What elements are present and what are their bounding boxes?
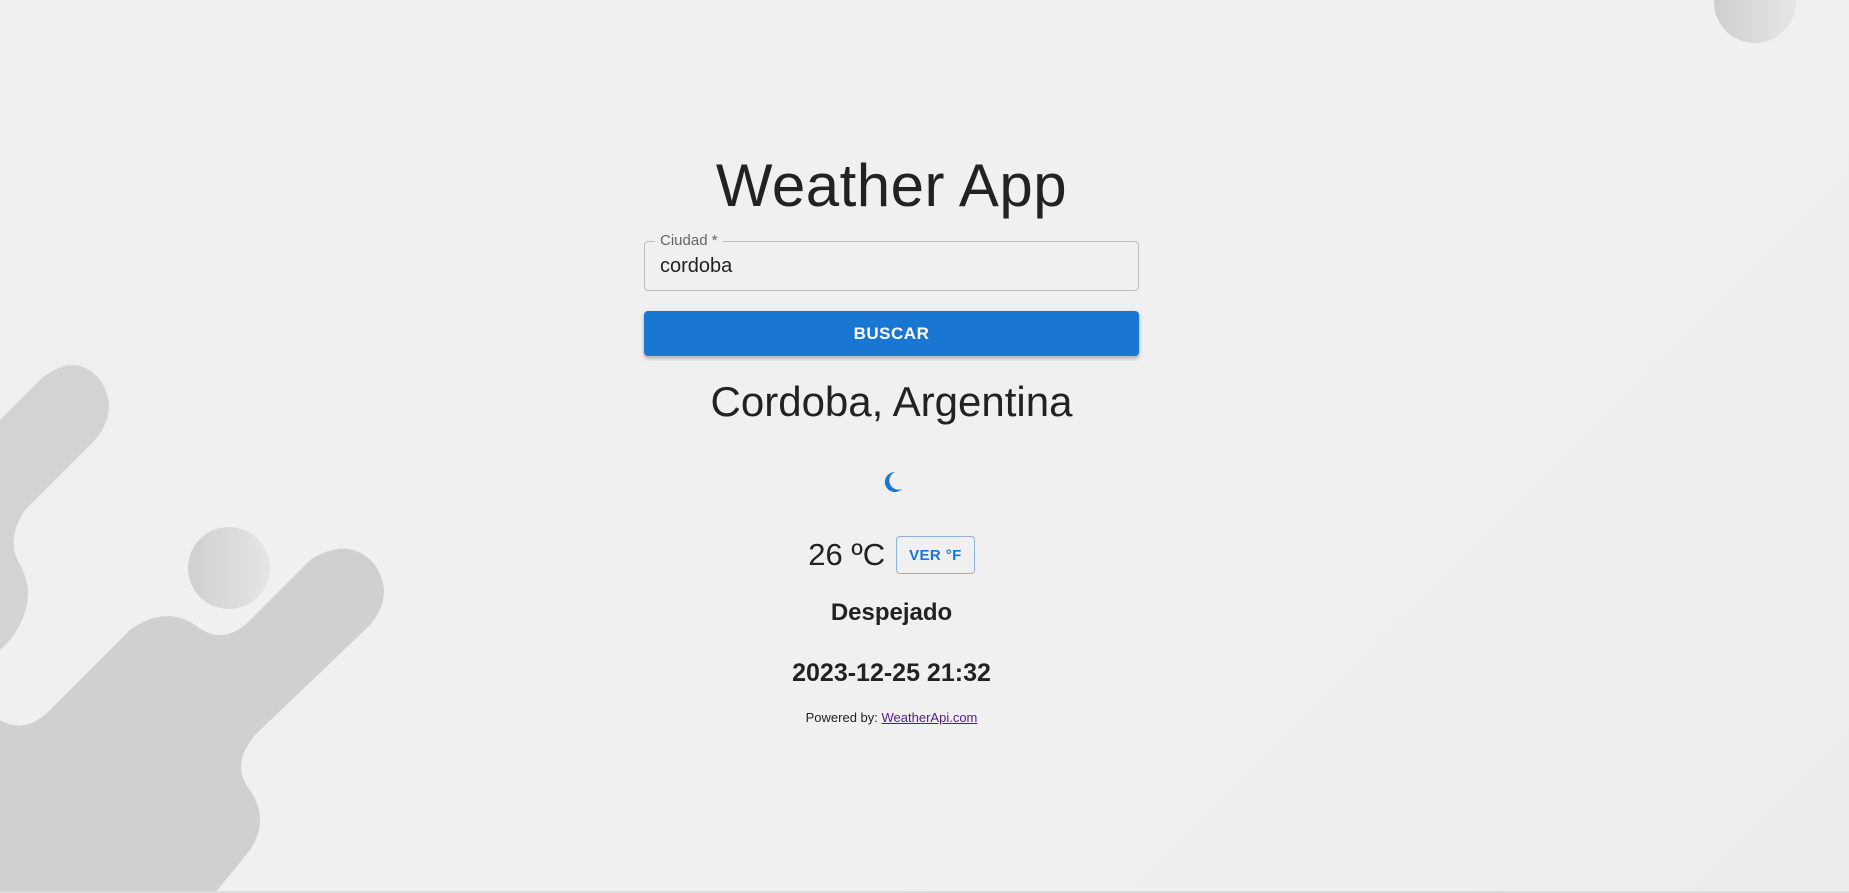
powered-by-prefix: Powered by: <box>805 710 878 725</box>
page: Weather App Ciudad * BUSCAR Cordoba, Arg… <box>0 0 1849 893</box>
weather-panel: Weather App Ciudad * BUSCAR Cordoba, Arg… <box>644 0 1139 726</box>
toggle-fahrenheit-button[interactable]: VER °F <box>896 536 975 574</box>
weatherapi-link[interactable]: WeatherApi.com <box>882 710 978 725</box>
decor-upper-blob <box>0 365 109 650</box>
decor-lower-blob <box>0 548 384 893</box>
condition-text: Despejado <box>830 599 953 626</box>
city-field[interactable]: Ciudad * <box>644 232 1139 291</box>
crescent-moon-icon <box>884 471 902 492</box>
location-name: Cordoba, Argentina <box>710 378 1073 425</box>
temperature-value: 26 ºC <box>808 537 886 572</box>
powered-by: Powered by: WeatherApi.com <box>806 710 978 726</box>
page-title: Weather App <box>715 152 1068 219</box>
decor-ball-left <box>188 527 270 609</box>
decor-ball-top-right <box>1714 0 1796 43</box>
search-button[interactable]: BUSCAR <box>644 311 1139 356</box>
local-datetime: 2023-12-25 21:32 <box>792 659 991 687</box>
city-input[interactable] <box>660 254 1120 278</box>
temperature-row: 26 ºC VER °F <box>808 536 975 574</box>
city-field-label: Ciudad * <box>655 232 723 250</box>
